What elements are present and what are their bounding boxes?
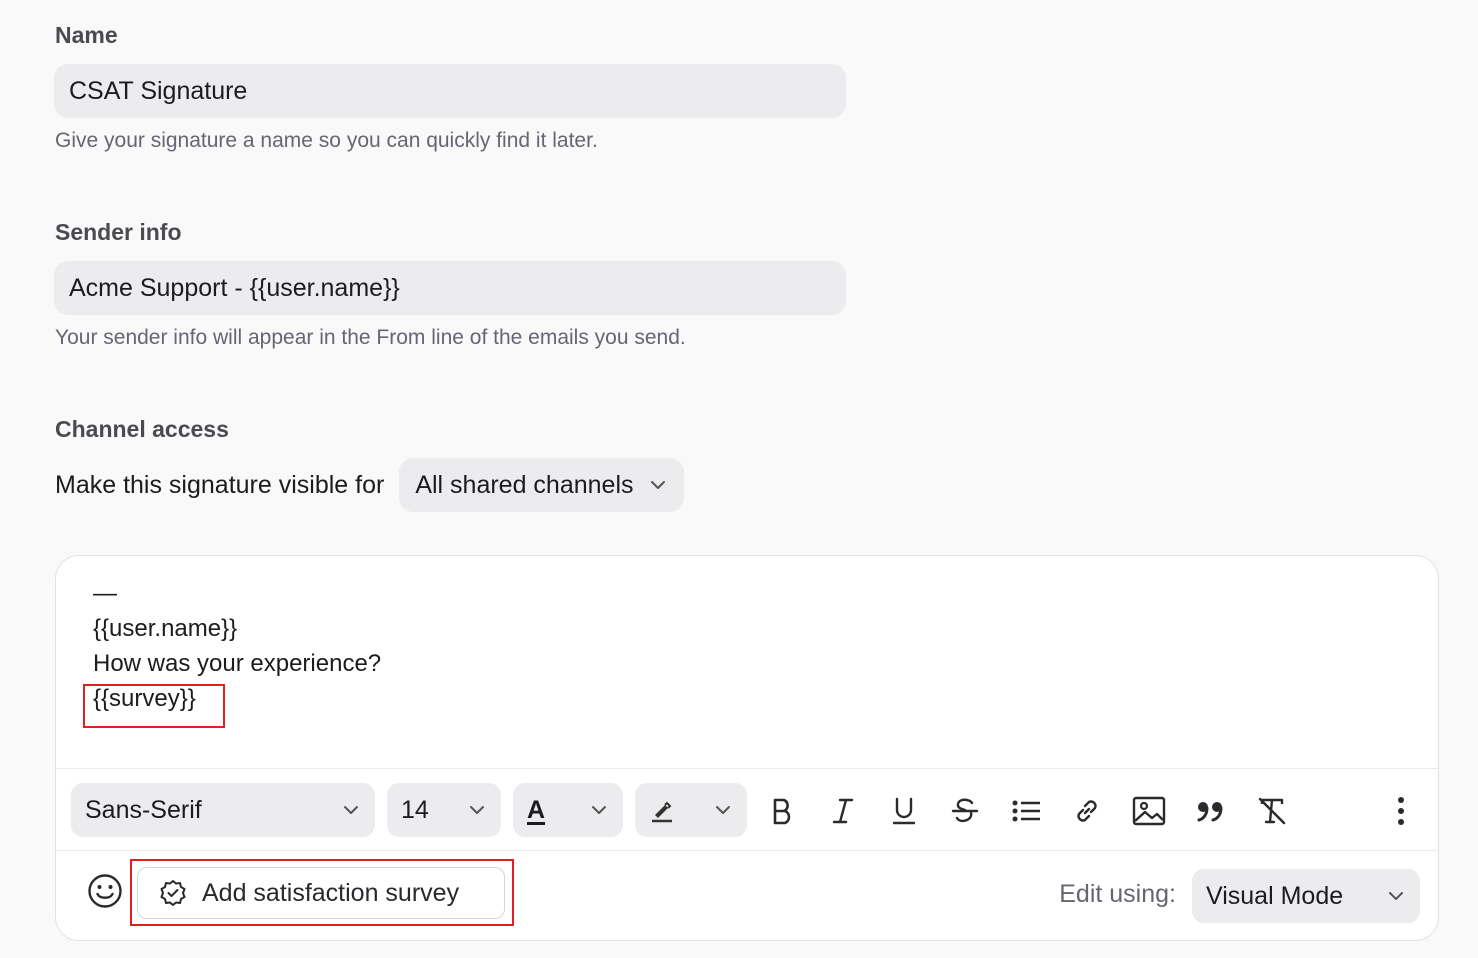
strikethrough-icon — [951, 798, 979, 823]
visibility-text: Make this signature visible for — [55, 470, 385, 499]
smiley-icon — [88, 874, 122, 908]
edit-using-label: Edit using: — [1059, 880, 1176, 908]
strikethrough-button[interactable] — [945, 791, 985, 831]
channel-visibility-value: All shared channels — [415, 470, 634, 499]
clear-format-icon — [1258, 797, 1286, 825]
editor-line-survey: {{survey}} — [93, 685, 196, 712]
link-button[interactable] — [1067, 791, 1107, 831]
quote-icon — [1197, 802, 1223, 822]
image-button[interactable] — [1129, 791, 1169, 831]
survey-token-highlight — [83, 684, 225, 728]
bold-button[interactable] — [762, 791, 802, 831]
channel-visibility-select[interactable]: All shared channels — [399, 458, 684, 512]
sender-info-label: Sender info — [55, 219, 182, 245]
font-family-value: Sans-Serif — [85, 795, 202, 824]
channel-access-label: Channel access — [55, 416, 229, 442]
editor-line-username: {{user.name}} — [93, 615, 238, 642]
visibility-row: Make this signature visible for All shar… — [55, 458, 684, 512]
editor-footer: Add satisfaction survey Edit using: Visu… — [56, 852, 1438, 940]
editor-content[interactable]: — {{user.name}} How was your experience?… — [93, 576, 1408, 766]
name-label: Name — [55, 22, 118, 48]
italic-icon — [832, 798, 854, 824]
more-options-button[interactable] — [1381, 791, 1421, 831]
font-size-value: 14 — [401, 795, 429, 824]
text-color-icon: A — [527, 795, 546, 824]
underline-button[interactable] — [884, 791, 924, 831]
edit-mode-value: Visual Mode — [1206, 881, 1344, 910]
chevron-down-icon — [344, 806, 358, 814]
chevron-down-icon — [650, 481, 665, 489]
font-family-select[interactable]: Sans-Serif — [71, 783, 375, 837]
formatting-toolbar: Sans-Serif 14 A — [56, 768, 1438, 851]
name-helper-text: Give your signature a name so you can qu… — [55, 129, 598, 152]
image-icon — [1132, 796, 1166, 826]
chevron-down-icon — [470, 806, 484, 814]
quote-button[interactable] — [1190, 791, 1230, 831]
font-size-select[interactable]: 14 — [387, 783, 501, 837]
emoji-button[interactable] — [86, 872, 124, 910]
bold-icon — [773, 798, 791, 825]
highlighter-icon — [652, 801, 672, 823]
signature-editor: — {{user.name}} How was your experience?… — [55, 555, 1439, 941]
link-icon — [1077, 800, 1097, 822]
more-vertical-icon — [1398, 797, 1404, 825]
editor-line-question: How was your experience? — [93, 650, 382, 677]
chevron-down-icon — [1389, 892, 1403, 900]
highlight-color-select[interactable] — [635, 783, 747, 837]
editor-line-dash: — — [93, 580, 117, 607]
bullet-list-button[interactable] — [1006, 791, 1046, 831]
chevron-down-icon — [716, 806, 730, 814]
signature-name-input[interactable] — [54, 64, 846, 118]
survey-button-highlight — [130, 859, 514, 926]
text-color-select[interactable]: A — [513, 783, 623, 837]
edit-mode-select[interactable]: Visual Mode — [1192, 869, 1420, 923]
chevron-down-icon — [592, 806, 606, 814]
sender-helper-text: Your sender info will appear in the From… — [55, 326, 686, 349]
clear-format-button[interactable] — [1252, 791, 1292, 831]
sender-info-input[interactable] — [54, 261, 846, 315]
bullet-list-icon — [1012, 800, 1040, 822]
italic-button[interactable] — [823, 791, 863, 831]
underline-icon — [892, 797, 916, 825]
